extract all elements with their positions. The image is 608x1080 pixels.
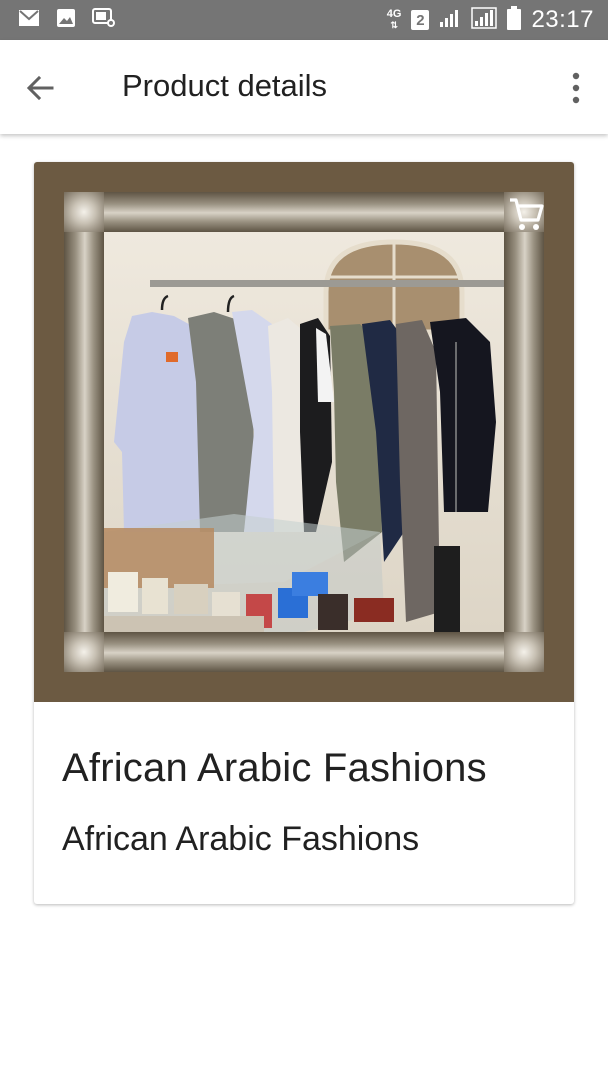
app-bar: Product details: [0, 40, 608, 134]
add-to-cart-button[interactable]: [506, 194, 546, 234]
status-bar: 4G ⇅ 2 23:17: [0, 0, 608, 40]
product-info: African Arabic Fashions African Arabic F…: [34, 702, 574, 904]
clothing-rack-illustration: [104, 232, 504, 632]
product-photo: [104, 232, 504, 632]
frame-corner: [64, 632, 104, 672]
image-icon: [56, 8, 76, 32]
network-type: 4G ⇅: [386, 8, 402, 31]
frame-bar-bottom: [64, 632, 544, 672]
frame-corner: [64, 192, 104, 232]
signal-icon: [439, 8, 461, 32]
product-card[interactable]: African Arabic Fashions African Arabic F…: [34, 162, 574, 904]
frame-bar-right: [504, 192, 544, 672]
frame-bar-top: [64, 192, 544, 232]
product-subtitle: African Arabic Fashions: [62, 820, 420, 858]
system-indicators: 4G ⇅ 2 23:17: [387, 6, 594, 34]
battery-icon: [507, 6, 522, 34]
cast-icon: [92, 8, 116, 32]
back-button[interactable]: [22, 70, 58, 106]
clock: 23:17: [531, 6, 594, 33]
notification-icons: [18, 8, 116, 32]
shopping-cart-icon: [510, 198, 544, 230]
page-title: Product details: [122, 68, 328, 103]
more-options-button[interactable]: [568, 70, 584, 106]
frame-corner: [504, 632, 544, 672]
mail-icon: [18, 9, 40, 31]
product-image-frame: [34, 162, 574, 702]
product-title: African Arabic Fashions: [62, 746, 487, 790]
signal-icon-secondary: [471, 7, 498, 33]
more-vert-icon: [572, 72, 580, 104]
arrow-back-icon: [26, 75, 54, 101]
frame-bar-left: [64, 192, 104, 672]
sim-slot-badge: 2: [411, 10, 430, 30]
